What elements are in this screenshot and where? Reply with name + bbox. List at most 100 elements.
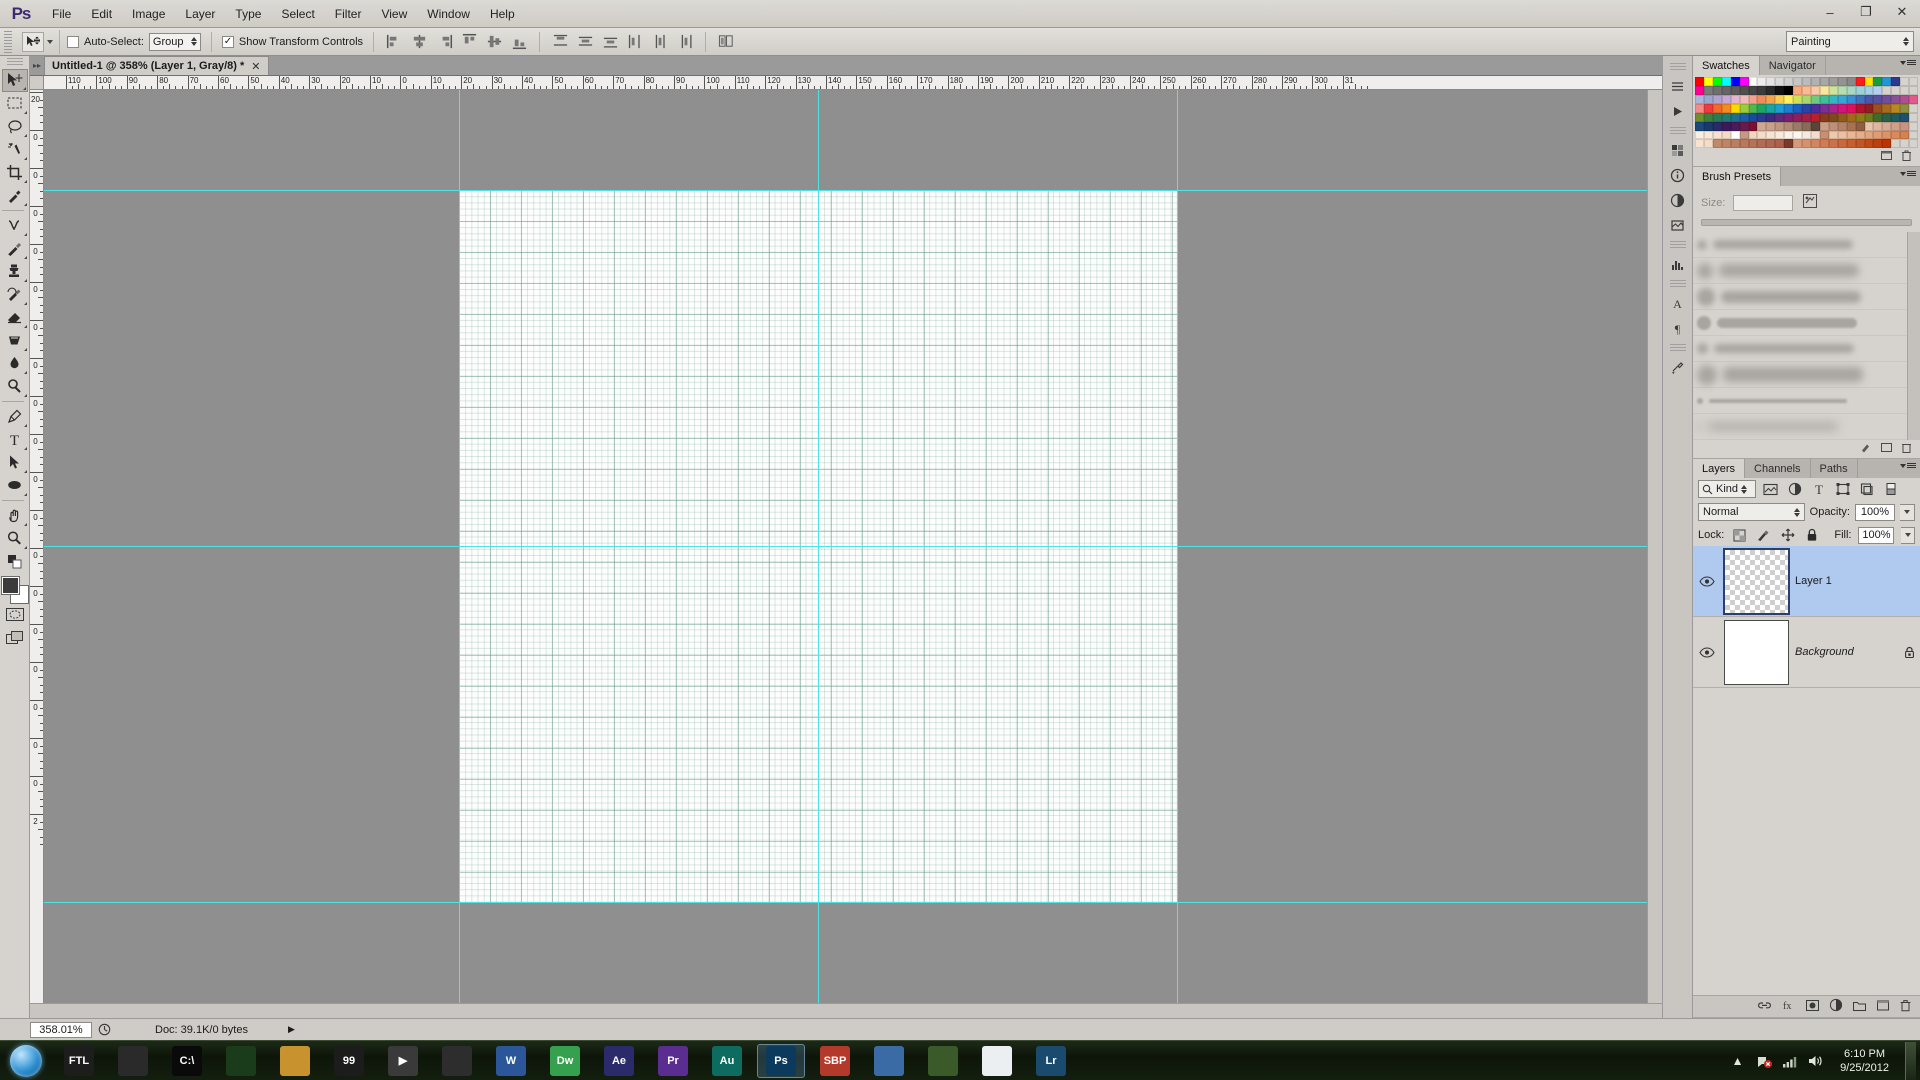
layer-thumbnail[interactable] — [1723, 547, 1790, 615]
color-swatch[interactable] — [1757, 103, 1767, 113]
maximize-button[interactable]: ❐ — [1848, 0, 1884, 24]
color-swatch[interactable] — [1766, 130, 1776, 140]
color-swatch[interactable] — [1900, 94, 1910, 104]
tab-strip-grip[interactable]: ▸▸ — [30, 55, 44, 75]
layer-list[interactable]: Layer 1 Background — [1693, 546, 1920, 995]
default-colors-icon[interactable] — [2, 550, 28, 573]
brush-panel-toggle[interactable] — [1860, 441, 1873, 457]
color-swatch[interactable] — [1802, 103, 1811, 113]
color-swatch[interactable] — [1748, 112, 1758, 122]
filter-type-icon[interactable]: T — [1809, 480, 1828, 498]
color-swatch[interactable] — [1828, 94, 1838, 104]
color-swatch[interactable] — [1882, 139, 1892, 149]
color-swatch[interactable] — [1819, 139, 1829, 149]
foreground-color-swatch[interactable] — [1, 577, 19, 594]
color-swatch[interactable] — [1793, 77, 1803, 86]
menu-help[interactable]: Help — [480, 0, 525, 28]
color-swatch[interactable] — [1819, 130, 1829, 140]
color-swatch[interactable] — [1775, 121, 1785, 131]
swatch-grid[interactable] — [1693, 75, 1920, 149]
workspace-switcher[interactable]: Painting — [1786, 31, 1914, 52]
color-swatch[interactable] — [1891, 77, 1901, 86]
paragraph-icon[interactable]: ¶ — [1666, 316, 1690, 340]
color-swatch[interactable] — [1882, 85, 1892, 95]
color-swatch[interactable] — [1873, 130, 1883, 140]
brush-list-scrollbar[interactable] — [1907, 232, 1920, 441]
layer-row[interactable]: Layer 1 — [1693, 546, 1920, 618]
color-swatch[interactable] — [1846, 77, 1856, 86]
filter-shape-icon[interactable] — [1833, 480, 1852, 498]
healing-brush-tool[interactable] — [2, 214, 28, 237]
color-swatch[interactable] — [1864, 121, 1874, 131]
layer-visibility-icon[interactable] — [1696, 576, 1718, 587]
color-swatch[interactable] — [1695, 130, 1704, 140]
ellipse-tool[interactable] — [2, 474, 28, 497]
magic-wand-tool[interactable] — [2, 138, 28, 161]
color-swatch[interactable] — [1775, 112, 1785, 122]
taskbar-item-sbp-app[interactable]: SBP — [808, 1042, 862, 1080]
color-icon[interactable] — [1666, 138, 1690, 162]
color-swatch[interactable] — [1882, 121, 1892, 131]
color-swatch[interactable] — [1757, 130, 1767, 140]
distribute-horizontal-centers-button[interactable] — [650, 32, 670, 52]
hand-tool[interactable] — [2, 504, 28, 527]
move-tool[interactable] — [1, 69, 28, 92]
taskbar-item-gimp-app[interactable] — [916, 1042, 970, 1080]
color-swatch[interactable] — [1837, 85, 1847, 95]
color-swatch[interactable] — [1882, 103, 1892, 113]
delete-swatch-icon[interactable] — [1900, 149, 1913, 165]
color-swatch[interactable] — [1819, 85, 1829, 95]
lock-position-icon[interactable] — [1779, 526, 1796, 544]
color-swatch[interactable] — [1900, 103, 1910, 113]
filter-toggle-icon[interactable] — [1881, 480, 1900, 498]
color-swatch[interactable] — [1793, 121, 1803, 131]
zoom-level-field[interactable]: 358.01% — [30, 1021, 92, 1038]
taskbar-item-media-player[interactable]: ▶ — [376, 1042, 430, 1080]
color-swatch[interactable] — [1802, 130, 1811, 140]
vertical-scrollbar[interactable] — [1647, 90, 1662, 1003]
foreground-background-color[interactable] — [1, 577, 28, 603]
color-swatch[interactable] — [1909, 103, 1919, 113]
color-swatch[interactable] — [1739, 85, 1749, 95]
color-swatch[interactable] — [1828, 112, 1838, 122]
color-swatch[interactable] — [1819, 112, 1829, 122]
styles-icon[interactable] — [1666, 213, 1690, 237]
color-swatch[interactable] — [1909, 130, 1919, 140]
color-swatch[interactable] — [1828, 85, 1838, 95]
color-swatch[interactable] — [1721, 85, 1731, 95]
tools-panel-grip[interactable] — [6, 58, 23, 66]
swatches-panel-menu[interactable] — [1900, 60, 1916, 65]
color-swatch[interactable] — [1757, 94, 1767, 104]
start-button[interactable] — [0, 1042, 52, 1080]
color-swatch[interactable] — [1766, 77, 1776, 86]
color-swatch[interactable] — [1864, 103, 1874, 113]
color-swatch[interactable] — [1909, 77, 1919, 86]
color-swatch[interactable] — [1784, 112, 1794, 122]
color-swatch[interactable] — [1900, 85, 1910, 95]
taskbar-clock[interactable]: 6:10 PM 9/25/2012 — [1833, 1047, 1896, 1075]
info-icon[interactable] — [1666, 163, 1690, 187]
distribute-top-edges-button[interactable] — [550, 32, 570, 52]
color-swatch[interactable] — [1900, 130, 1910, 140]
color-swatch[interactable] — [1784, 121, 1794, 131]
color-swatch[interactable] — [1873, 121, 1883, 131]
new-group-icon[interactable] — [1852, 999, 1867, 1015]
color-swatch[interactable] — [1766, 121, 1776, 131]
horizontal-ruler[interactable]: 110 100 90 80 70 60 50 40 30 20 10 0 10 20 30 40 50 60 70 8… — [44, 76, 1662, 90]
brush-size-slider[interactable] — [1701, 219, 1912, 227]
menu-window[interactable]: Window — [417, 0, 480, 28]
rectangular-marquee-tool[interactable] — [2, 92, 28, 115]
color-swatch[interactable] — [1828, 139, 1838, 149]
color-swatch[interactable] — [1703, 85, 1713, 95]
color-swatch[interactable] — [1909, 85, 1919, 95]
lasso-tool[interactable] — [2, 115, 28, 138]
color-swatch[interactable] — [1775, 130, 1785, 140]
color-swatch[interactable] — [1695, 121, 1704, 131]
color-swatch[interactable] — [1810, 103, 1820, 113]
network-error-icon[interactable] — [1755, 1053, 1772, 1070]
color-swatch[interactable] — [1775, 77, 1785, 86]
color-swatch[interactable] — [1748, 85, 1758, 95]
taskbar-item-ftl-game[interactable]: FTL — [52, 1042, 106, 1080]
color-swatch[interactable] — [1873, 103, 1883, 113]
color-swatch[interactable] — [1873, 94, 1883, 104]
